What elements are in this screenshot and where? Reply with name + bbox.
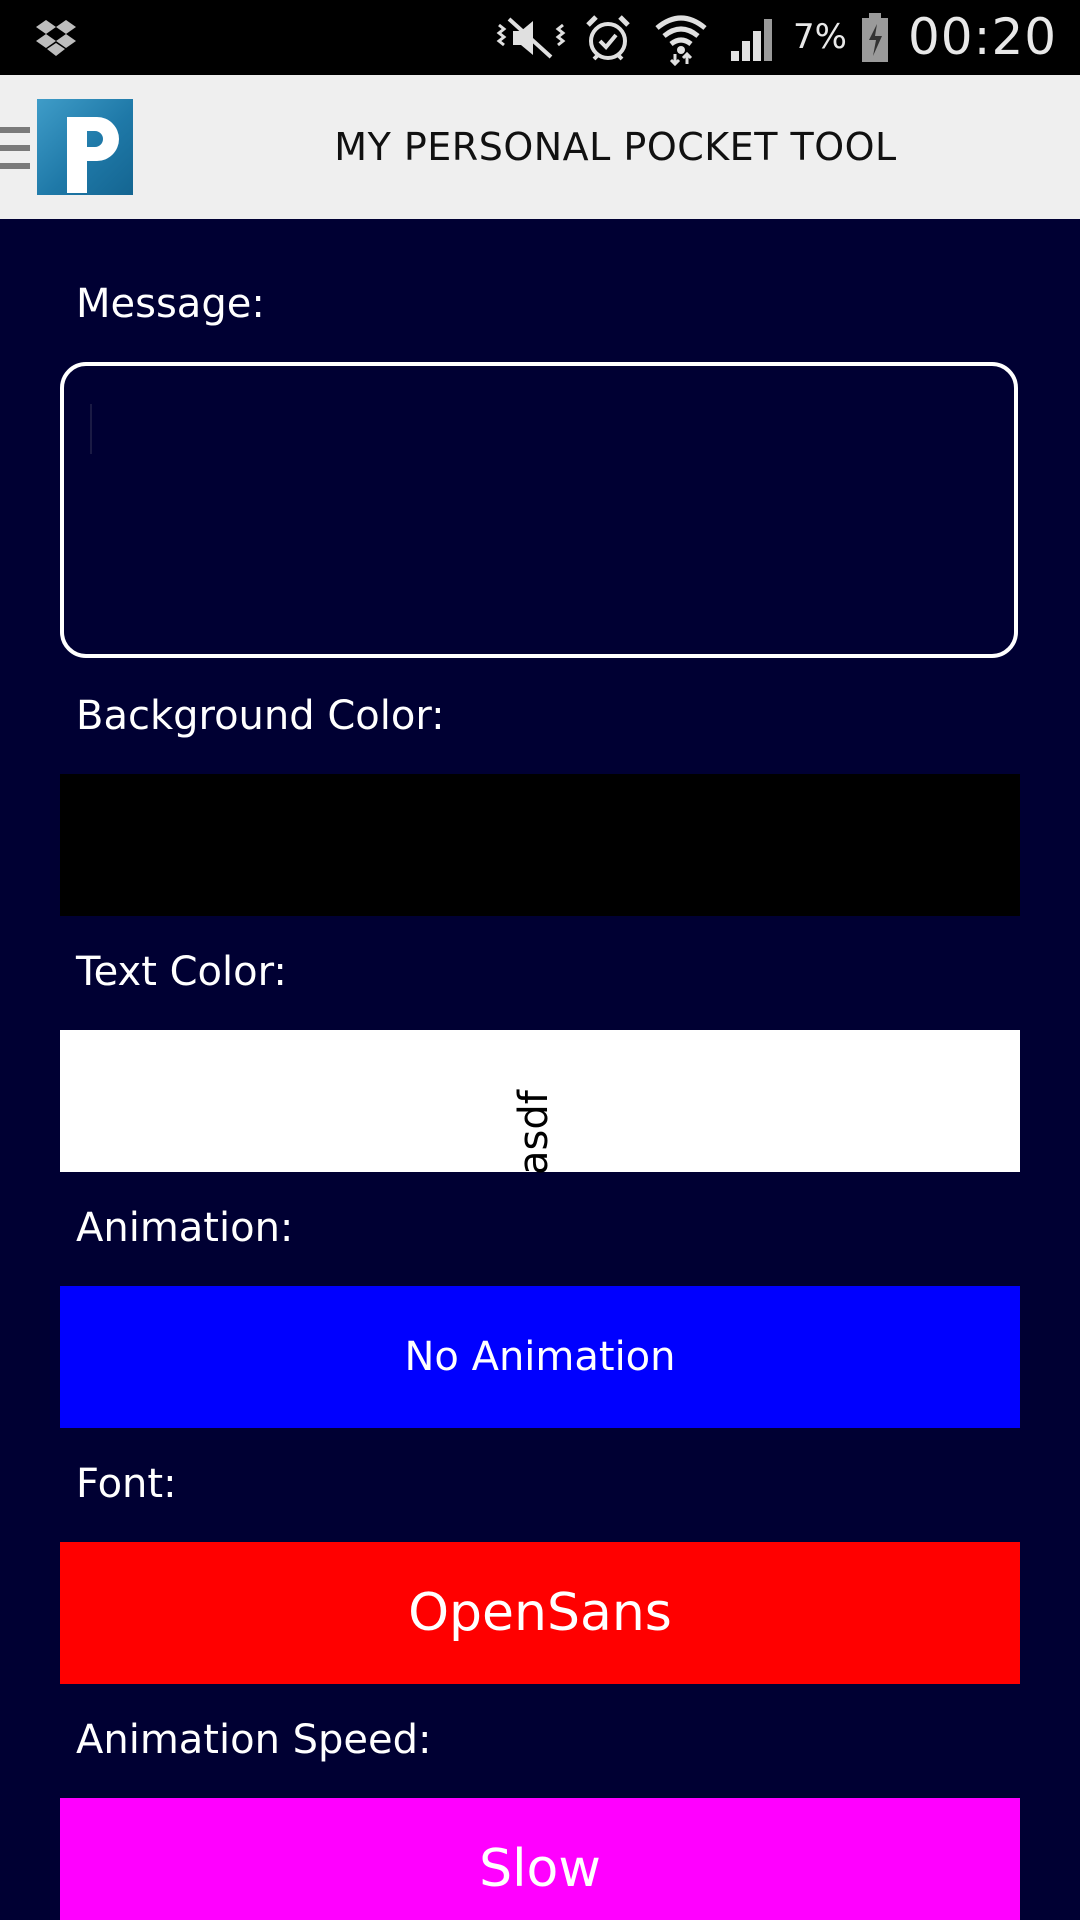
animation-speed-label: Animation Speed: (76, 1717, 432, 1763)
message-label: Message: (76, 281, 265, 327)
app-title: MY PERSONAL POCKET TOOL (334, 125, 897, 169)
battery-charging-icon (858, 10, 892, 66)
wifi-icon (650, 10, 712, 66)
text-caret (90, 404, 92, 454)
animation-select-button[interactable]: No Animation (60, 1286, 1020, 1428)
app-logo[interactable]: P (37, 99, 133, 195)
text-color-label: Text Color: (76, 949, 287, 995)
battery-percent: 7% (793, 17, 847, 57)
font-label: Font: (76, 1461, 177, 1507)
background-color-label: Background Color: (76, 693, 445, 739)
dropbox-icon (28, 10, 84, 66)
app-screen: 7% 00:20 P MY PERSONAL POCKET TOOL Messa… (0, 0, 1080, 1920)
clock: 00:20 (908, 8, 1058, 66)
message-preview-text: asdf (511, 1090, 557, 1175)
svg-text:P: P (37, 99, 47, 103)
animation-label: Animation: (76, 1205, 294, 1251)
message-input[interactable] (60, 362, 1018, 658)
background-color-picker[interactable] (60, 774, 1020, 916)
signal-strength-icon (726, 10, 782, 66)
alarm-icon (580, 10, 636, 66)
mute-vibrate-icon (495, 10, 567, 66)
navigation-drawer-icon[interactable] (0, 127, 30, 169)
app-header: P MY PERSONAL POCKET TOOL (0, 75, 1080, 219)
font-select-button[interactable]: OpenSans (60, 1542, 1020, 1684)
status-bar: 7% 00:20 (0, 0, 1080, 75)
animation-speed-select-button[interactable]: Slow (60, 1798, 1020, 1920)
